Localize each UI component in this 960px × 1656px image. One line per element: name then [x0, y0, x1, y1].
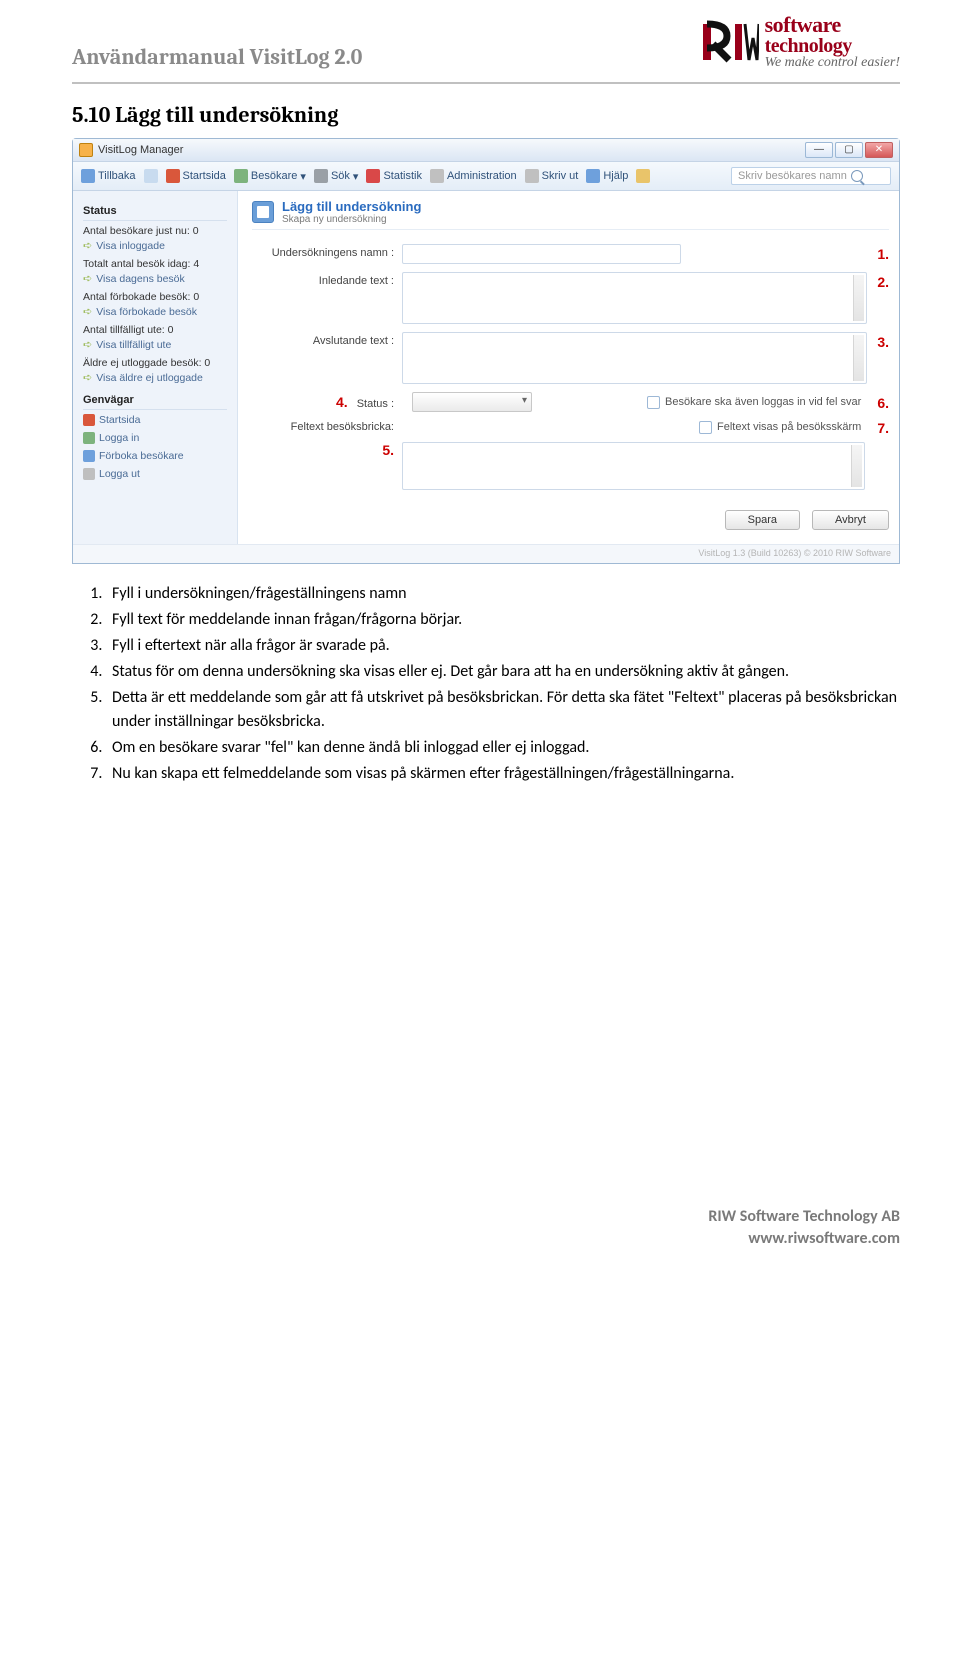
link-show-old[interactable]: ➪Visa äldre ej utloggade — [83, 371, 227, 384]
status-now-label: Antal besökare just nu: 0 — [83, 225, 227, 237]
window-titlebar: VisitLog Manager — ▢ ✕ — [73, 139, 899, 162]
callout-5: 5. — [382, 440, 394, 458]
toolbar-admin-button[interactable]: Administration — [430, 169, 517, 183]
window-maximize-button[interactable]: ▢ — [835, 142, 863, 158]
instruction-item: Fyll i eftertext när alla frågor är svar… — [106, 634, 900, 658]
logo-tagline: We make control easier! — [765, 56, 900, 70]
toolbar-back-button[interactable]: Tillbaka — [81, 169, 136, 183]
window-close-button[interactable]: ✕ — [865, 142, 893, 158]
label-outro: Avslutande text : — [252, 332, 402, 347]
toolbar-search-button[interactable]: Sök ▾ — [314, 169, 359, 183]
page-footer: RIW Software Technology AB www.riwsoftwa… — [72, 1206, 900, 1249]
status-prebook-label: Antal förbokade besök: 0 — [83, 291, 227, 303]
logo-line1: software — [765, 14, 900, 36]
instruction-item: Fyll i undersökningen/frågeställningens … — [106, 582, 900, 606]
toolbar-help-button[interactable]: Hjälp — [586, 169, 628, 183]
sidebar: Status Antal besökare just nu: 0 ➪Visa i… — [73, 191, 238, 544]
cancel-button[interactable]: Avbryt — [812, 510, 889, 530]
header-divider — [72, 82, 900, 84]
toolbar-user-icon[interactable] — [636, 169, 650, 183]
user-icon — [83, 432, 95, 444]
callout-6: 6. — [877, 393, 889, 411]
sidebar-status-head: Status — [83, 205, 227, 221]
toolbar-print-button[interactable]: Skriv ut — [525, 169, 579, 183]
link-show-prebooked[interactable]: ➪Visa förbokade besök — [83, 305, 227, 318]
page-header: Användarmanual VisitLog 2.0 software tec… — [72, 14, 900, 76]
doc-title: Användarmanual VisitLog 2.0 — [72, 44, 362, 70]
select-status[interactable] — [412, 392, 532, 412]
riw-logo-icon — [701, 18, 759, 66]
search-icon — [851, 170, 863, 182]
status-temp-label: Antal tillfälligt ute: 0 — [83, 324, 227, 336]
instruction-item: Detta är ett meddelande som går att få u… — [106, 686, 900, 734]
footer-url: www.riwsoftware.com — [72, 1228, 900, 1250]
logout-icon — [83, 468, 95, 480]
shortcut-home[interactable]: Startsida — [83, 414, 227, 426]
main-toolbar: Tillbaka Startsida Besökare ▾ Sök ▾ Stat… — [73, 162, 899, 191]
instruction-item: Om en besökare svarar "fel" kan denne än… — [106, 736, 900, 760]
link-show-temp[interactable]: ➪Visa tillfälligt ute — [83, 338, 227, 351]
callout-3: 3. — [877, 332, 889, 350]
status-today-label: Totalt antal besök idag: 4 — [83, 258, 227, 270]
section-title: 5.10 Lägg till undersökning — [72, 102, 900, 128]
app-window: VisitLog Manager — ▢ ✕ Tillbaka Startsid… — [72, 138, 900, 564]
callout-4: 4. — [336, 392, 348, 410]
input-survey-name[interactable] — [402, 244, 681, 264]
brand-logo: software technology We make control easi… — [701, 14, 900, 70]
instruction-item: Nu kan skapa ett felmeddelande som visas… — [106, 762, 900, 786]
toolbar-stats-button[interactable]: Statistik — [366, 169, 422, 183]
instruction-item: Fyll text för meddelande innan frågan/fr… — [106, 608, 900, 632]
main-panel: Lägg till undersökning Skapa ny undersök… — [238, 191, 899, 544]
callout-2: 2. — [877, 272, 889, 290]
main-title: Lägg till undersökning — [282, 199, 421, 214]
checkbox-show-on-screen[interactable]: Feltext visas på besöksskärm — [699, 421, 861, 434]
status-old-label: Äldre ej utloggade besök: 0 — [83, 357, 227, 369]
checkbox-login-on-wrong[interactable]: Besökare ska även loggas in vid fel svar — [647, 396, 861, 409]
search-placeholder-text: Skriv besökares namn — [738, 170, 847, 182]
label-feltext: Feltext besöksbricka: — [252, 421, 402, 433]
toolbar-forward-button[interactable] — [144, 169, 158, 183]
shortcut-login[interactable]: Logga in — [83, 432, 227, 444]
calendar-icon — [83, 450, 95, 462]
label-intro: Inledande text : — [252, 272, 402, 287]
toolbar-home-button[interactable]: Startsida — [166, 169, 226, 183]
logo-line2: technology — [765, 36, 900, 56]
status-bar: VisitLog 1.3 (Build 10263) © 2010 RIW So… — [73, 544, 899, 563]
link-show-loggedin[interactable]: ➪Visa inloggade — [83, 239, 227, 252]
main-subtitle: Skapa ny undersökning — [282, 214, 421, 225]
toolbar-visitors-button[interactable]: Besökare ▾ — [234, 169, 306, 183]
label-name: Undersökningens namn : — [252, 244, 402, 259]
app-icon — [79, 143, 93, 157]
instructions-list: Fyll i undersökningen/frågeställningens … — [106, 582, 900, 786]
link-show-today[interactable]: ➪Visa dagens besök — [83, 272, 227, 285]
shortcut-logout[interactable]: Logga ut — [83, 468, 227, 480]
form-icon — [252, 201, 274, 223]
home-icon — [83, 414, 95, 426]
callout-1: 1. — [877, 244, 889, 262]
footer-company: RIW Software Technology AB — [72, 1206, 900, 1228]
textarea-outro[interactable] — [402, 332, 867, 384]
callout-7: 7. — [877, 418, 889, 436]
shortcut-prebook[interactable]: Förboka besökare — [83, 450, 227, 462]
save-button[interactable]: Spara — [725, 510, 800, 530]
label-status: Status : — [357, 398, 394, 410]
textarea-feltext[interactable] — [402, 442, 865, 490]
textarea-intro[interactable] — [402, 272, 867, 324]
window-title: VisitLog Manager — [98, 144, 183, 156]
toolbar-search-input[interactable]: Skriv besökares namn — [731, 167, 891, 185]
instruction-item: Status för om denna undersökning ska vis… — [106, 660, 900, 684]
sidebar-shortcuts-head: Genvägar — [83, 394, 227, 410]
window-minimize-button[interactable]: — — [805, 142, 833, 158]
